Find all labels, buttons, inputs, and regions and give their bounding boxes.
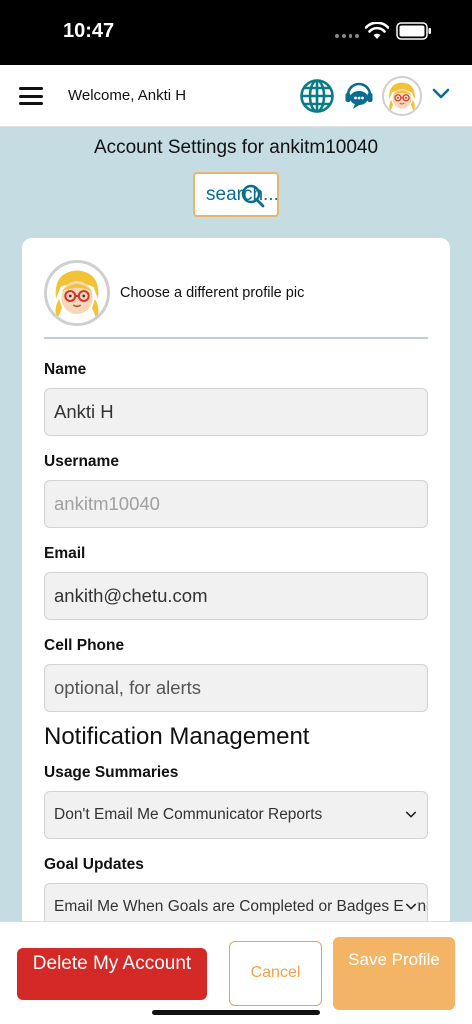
goal-updates-label: Goal Updates xyxy=(44,856,144,873)
cell-phone-field[interactable]: optional, for alerts xyxy=(44,664,428,712)
username-field[interactable]: ankitm10040 xyxy=(44,480,428,528)
support-chat-icon[interactable] xyxy=(343,80,375,112)
hamburger-menu-icon[interactable] xyxy=(19,87,43,105)
chevron-down-icon xyxy=(403,902,417,912)
magnifier-icon xyxy=(241,184,265,208)
divider xyxy=(44,337,428,339)
action-footer: Delete My Account Cancel Save Profile xyxy=(0,921,472,1024)
home-indicator xyxy=(152,1010,320,1015)
status-bar: 10:47 xyxy=(0,0,472,65)
goal-updates-value: Email Me When Goals are Completed or Bad… xyxy=(54,898,428,915)
email-label: Email xyxy=(44,545,86,562)
page-title: Account Settings for ankitm10040 xyxy=(93,137,379,158)
cartoon-avatar-icon xyxy=(47,263,107,323)
avatar[interactable] xyxy=(382,76,422,116)
name-field[interactable]: Ankti H xyxy=(44,388,428,436)
welcome-text: Welcome, Ankti H xyxy=(68,87,187,104)
chevron-down-icon[interactable] xyxy=(432,87,450,101)
cell-phone-label: Cell Phone xyxy=(44,637,125,654)
search-button[interactable]: search... xyxy=(193,172,279,217)
change-profile-pic-link[interactable]: Choose a different profile pic xyxy=(120,285,304,301)
usage-summaries-select[interactable]: Don't Email Me Communicator Reports xyxy=(44,791,428,839)
notification-management-heading: Notification Management xyxy=(44,723,310,750)
globe-icon[interactable] xyxy=(299,78,335,114)
status-time: 10:47 xyxy=(63,20,115,42)
battery-icon xyxy=(396,22,431,40)
top-nav-bar: Welcome, Ankti H xyxy=(0,65,472,127)
profile-picture[interactable] xyxy=(44,260,110,326)
cartoon-avatar-icon xyxy=(384,78,420,114)
chevron-down-icon xyxy=(403,810,417,820)
wifi-icon xyxy=(365,22,389,39)
username-label: Username xyxy=(44,453,119,470)
email-field[interactable]: ankith@chetu.com xyxy=(44,572,428,620)
save-profile-button[interactable]: Save Profile xyxy=(333,937,455,1010)
usage-summaries-value: Don't Email Me Communicator Reports xyxy=(54,806,323,823)
cellular-signal-icon xyxy=(335,34,359,40)
profile-settings-card: Choose a different profile pic Name Ankt… xyxy=(22,238,450,958)
delete-account-button[interactable]: Delete My Account xyxy=(17,948,207,1000)
cancel-button[interactable]: Cancel xyxy=(229,941,322,1006)
usage-summaries-label: Usage Summaries xyxy=(44,764,179,781)
name-label: Name xyxy=(44,361,87,378)
